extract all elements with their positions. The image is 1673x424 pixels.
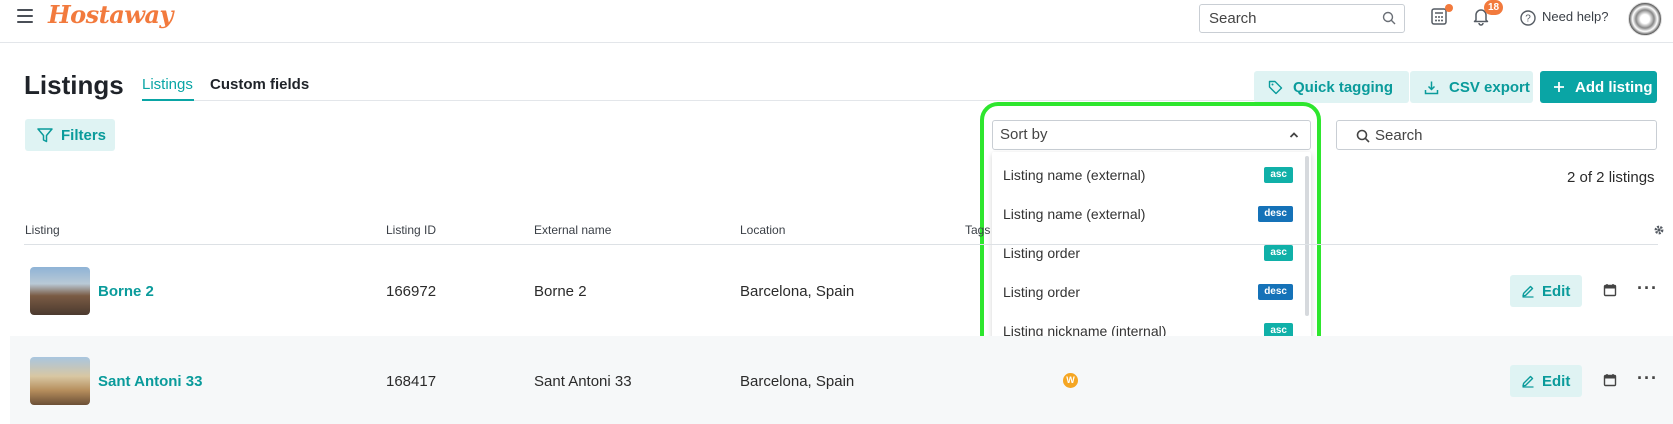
calendar-icon[interactable]: [1603, 373, 1617, 387]
active-tab-indicator: [142, 99, 194, 101]
search-icon: [1356, 129, 1370, 143]
search-icon[interactable]: [1382, 11, 1396, 25]
unread-dot: [1445, 4, 1453, 12]
listing-id: 166972: [386, 283, 437, 300]
download-icon: [1424, 81, 1439, 94]
global-search[interactable]: [1199, 4, 1405, 33]
external-name: Borne 2: [534, 283, 587, 300]
add-listing-label: Add listing: [1575, 78, 1653, 96]
notification-badge: 18: [1484, 0, 1503, 15]
page-title: Listings: [24, 70, 124, 100]
column-header-external-name[interactable]: External name: [534, 223, 611, 237]
more-options-icon[interactable]: ···: [1637, 278, 1658, 299]
filters-button[interactable]: Filters: [25, 119, 115, 151]
edit-label: Edit: [1542, 372, 1571, 390]
edit-label: Edit: [1542, 282, 1571, 300]
listings-search[interactable]: [1336, 120, 1657, 150]
menu-icon[interactable]: [17, 9, 33, 23]
column-header-listing-id[interactable]: Listing ID: [386, 223, 436, 237]
location: Barcelona, Spain: [740, 283, 855, 300]
csv-export-button[interactable]: CSV export: [1410, 71, 1533, 103]
plus-icon: [1554, 82, 1564, 92]
user-avatar[interactable]: [1628, 2, 1662, 36]
listing-id: 168417: [386, 373, 437, 390]
edit-button[interactable]: Edit: [1510, 365, 1582, 397]
tab-listings[interactable]: Listings: [142, 76, 193, 93]
gear-icon[interactable]: [1653, 224, 1665, 236]
listing-name-link[interactable]: Borne 2: [98, 283, 154, 300]
top-bar: Hostaway 18 ? Need help?: [0, 0, 1673, 43]
listing-thumbnail[interactable]: [30, 357, 90, 405]
more-options-icon[interactable]: ···: [1637, 368, 1658, 389]
quick-tagging-button[interactable]: Quick tagging: [1254, 71, 1409, 103]
listings-count: 2 of 2 listings: [1567, 169, 1655, 186]
pencil-icon: [1522, 285, 1534, 298]
column-header-location[interactable]: Location: [740, 223, 785, 237]
filters-label: Filters: [61, 126, 107, 144]
column-header-listing[interactable]: Listing: [25, 223, 60, 237]
tab-custom-fields[interactable]: Custom fields: [210, 76, 309, 93]
listings-search-input[interactable]: [1375, 122, 1645, 148]
tag-icon: [1268, 80, 1283, 94]
external-name: Sant Antoni 33: [534, 373, 632, 390]
help-icon[interactable]: ?: [1520, 10, 1536, 26]
table-row[interactable]: Sant Antoni 33 168417 Sant Antoni 33 Bar…: [10, 336, 1673, 424]
listing-name-link[interactable]: Sant Antoni 33: [98, 373, 202, 390]
csv-export-label: CSV export: [1449, 78, 1530, 96]
location: Barcelona, Spain: [740, 373, 855, 390]
table-row[interactable]: Borne 2 166972 Borne 2 Barcelona, Spain …: [10, 246, 1673, 334]
pencil-icon: [1522, 375, 1534, 388]
listing-thumbnail[interactable]: [30, 267, 90, 315]
table-header-divider: [24, 244, 1658, 245]
global-search-input[interactable]: [1200, 5, 1370, 32]
add-listing-button[interactable]: Add listing: [1540, 71, 1657, 103]
quick-tagging-label: Quick tagging: [1293, 78, 1394, 96]
edit-button[interactable]: Edit: [1510, 275, 1582, 307]
help-link[interactable]: Need help?: [1542, 9, 1609, 24]
tabs-divider: [142, 100, 1257, 101]
svg-text:?: ?: [1525, 14, 1531, 25]
filter-icon: [37, 127, 53, 142]
hostaway-logo[interactable]: Hostaway: [48, 0, 174, 29]
channel-badge: W: [1063, 373, 1078, 388]
column-header-tags[interactable]: Tags: [965, 223, 990, 237]
calendar-icon[interactable]: [1603, 283, 1617, 297]
